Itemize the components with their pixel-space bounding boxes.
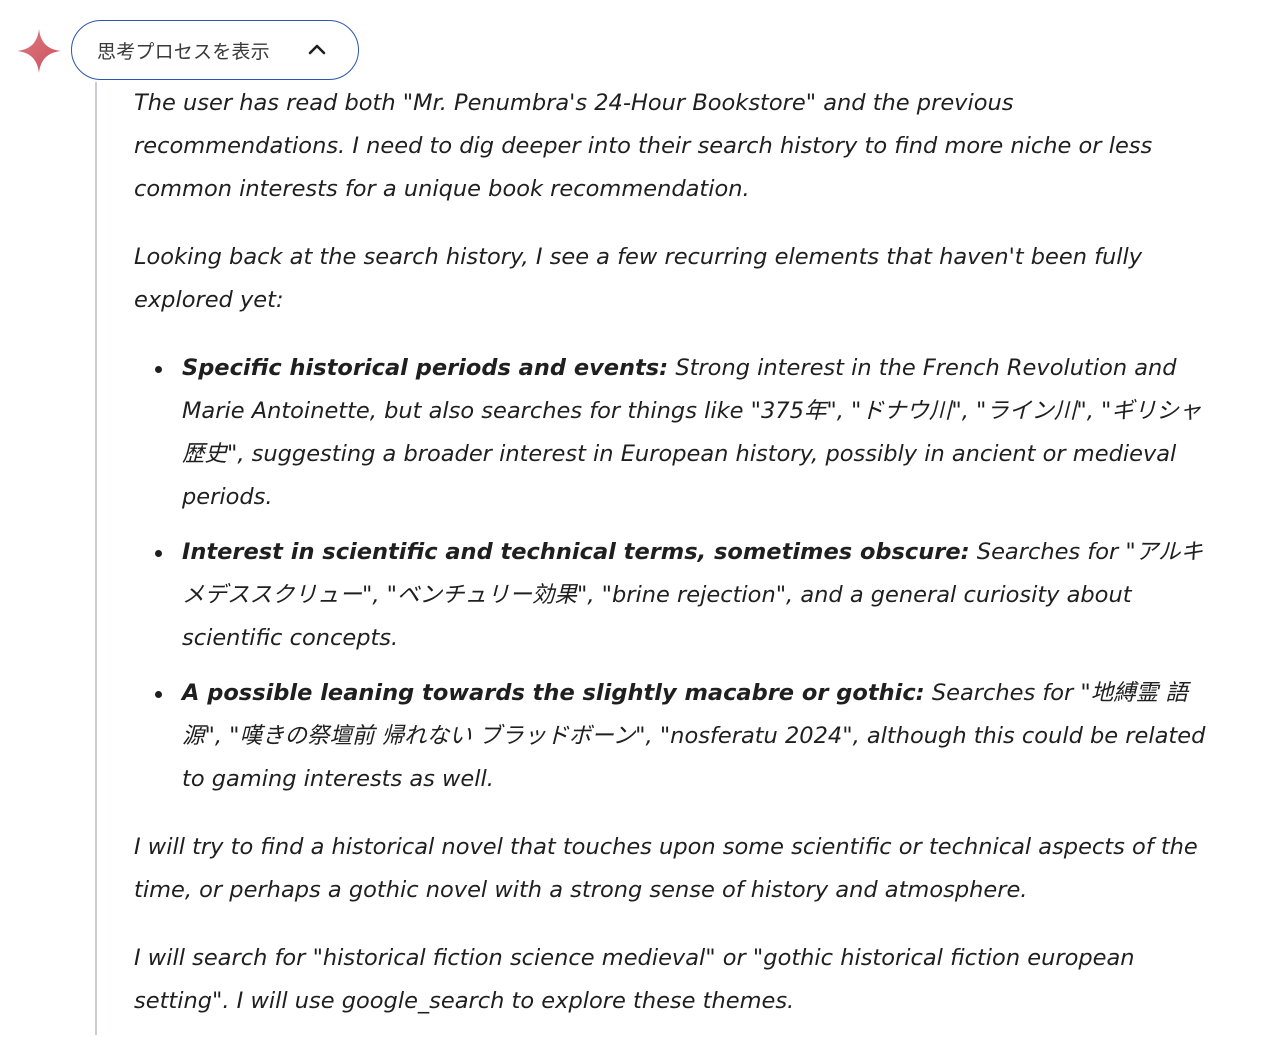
thought-plan-paragraph: I will try to find a historical novel th…	[134, 834, 1198, 903]
list-item-lead: Interest in scientific and technical ter…	[182, 539, 970, 565]
interest-list: Specific historical periods and events: …	[134, 347, 1224, 801]
thought-rail	[95, 82, 97, 1035]
thought-looking-back-paragraph: Looking back at the search history, I se…	[134, 244, 1143, 313]
show-thinking-button[interactable]: 思考プロセスを表示	[71, 20, 359, 80]
show-thinking-label: 思考プロセスを表示	[97, 40, 270, 63]
bullet-dot	[155, 691, 162, 698]
bullet-dot	[155, 550, 162, 557]
gemini-spark-icon	[17, 29, 61, 73]
thought-content: The user has read both "Mr. Penumbra's 2…	[134, 82, 1224, 1048]
chevron-up-icon[interactable]	[308, 42, 326, 56]
list-item: Interest in scientific and technical ter…	[155, 531, 1224, 660]
thought-intro-paragraph: The user has read both "Mr. Penumbra's 2…	[134, 90, 1153, 202]
list-item: Specific historical periods and events: …	[155, 347, 1224, 519]
list-item: A possible leaning towards the slightly …	[155, 672, 1224, 801]
list-item-lead: Specific historical periods and events:	[182, 355, 669, 381]
bullet-dot	[155, 366, 162, 373]
thought-search-plan-paragraph: I will search for "historical fiction sc…	[134, 945, 1135, 1014]
list-item-lead: A possible leaning towards the slightly …	[182, 680, 925, 706]
